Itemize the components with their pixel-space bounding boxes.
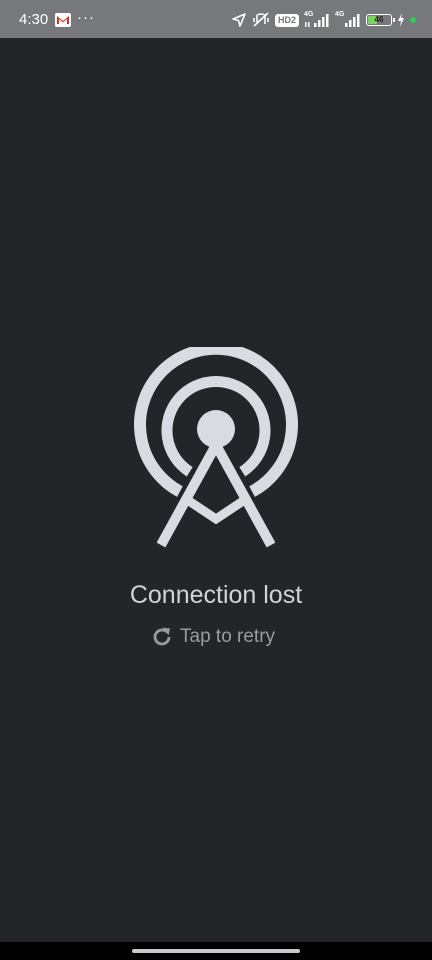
more-notifications-icon: ··· [77,9,95,26]
status-time: 4:30 [19,11,49,28]
status-bar: 4:30 ··· HD2 4G 4G 46 [0,0,432,38]
battery-level: 46 [374,15,384,24]
refresh-icon [153,627,171,646]
navigation-bar [0,942,432,960]
radio-tower-icon [134,347,298,548]
location-arrow-icon [232,13,246,27]
hd-voice-badge: HD2 [274,13,299,27]
signal-icon: 4G [335,11,361,28]
battery-icon: 46 [366,14,395,26]
signal-type-label: 4G [304,11,314,18]
status-icons: HD2 4G 4G 46 [231,10,416,30]
signal-type-label: 4G [335,11,345,18]
gmail-icon [55,13,71,27]
connection-lost-title: Connection lost [129,581,303,609]
charging-dot-icon [410,17,416,23]
vibrate-off-icon [253,12,269,27]
home-indicator[interactable] [132,949,300,953]
retry-label: Tap to retry [180,626,276,647]
retry-button[interactable]: Tap to retry [150,624,275,650]
signal-icon: 4G [304,11,330,28]
bolt-icon [398,13,404,27]
